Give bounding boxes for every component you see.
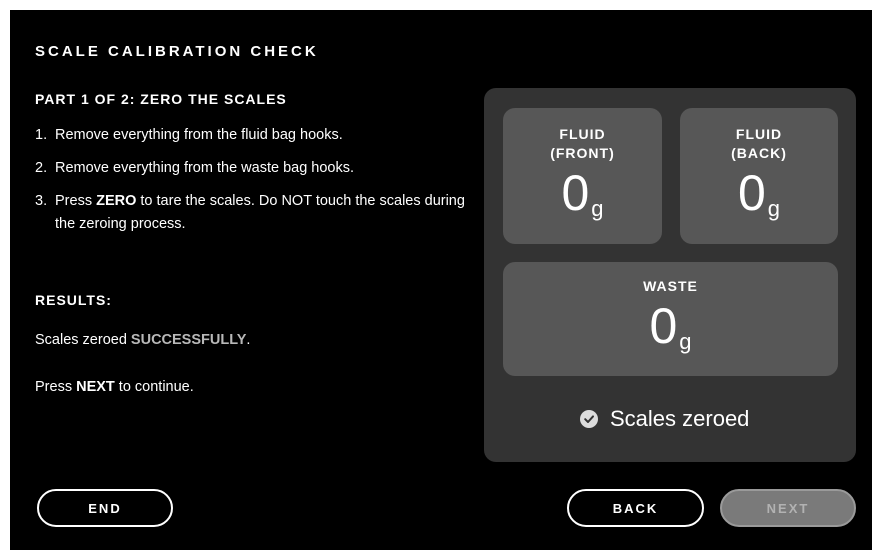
- scale-value: 0g: [561, 165, 604, 221]
- part-heading: PART 1 OF 2: ZERO THE SCALES: [35, 91, 287, 107]
- step-text: Press ZERO to tare the scales. Do NOT to…: [55, 193, 465, 232]
- scale-label: FLUID (BACK): [731, 126, 787, 161]
- instruction-list: 1. Remove everything from the fluid bag …: [35, 124, 465, 246]
- step-text: Remove everything from the waste bag hoo…: [55, 160, 355, 176]
- results-status: Scales zeroed SUCCESSFULLY.: [35, 332, 251, 348]
- step-number: 3.: [35, 193, 48, 209]
- step-number: 2.: [35, 160, 48, 176]
- back-button[interactable]: BACK: [567, 489, 704, 527]
- zeroed-status: Scales zeroed: [580, 406, 749, 432]
- step-text: Remove everything from the fluid bag hoo…: [55, 127, 343, 143]
- scale-value: 0g: [737, 165, 781, 221]
- zeroed-status-text: Scales zeroed: [610, 406, 750, 431]
- scale-value: 0g: [649, 298, 692, 354]
- waste-scale: WASTE 0g: [503, 262, 838, 376]
- success-text: SUCCESSFULLY: [130, 332, 247, 348]
- fluid-back-scale: FLUID (BACK) 0g: [680, 108, 838, 244]
- step-number: 1.: [35, 127, 48, 143]
- page-title: SCALE CALIBRATION CHECK: [35, 43, 319, 60]
- fluid-front-scale: FLUID (FRONT) 0g: [503, 108, 662, 244]
- list-item: 1. Remove everything from the fluid bag …: [35, 124, 465, 147]
- check-circle-icon: [580, 410, 598, 428]
- screen: SCALE CALIBRATION CHECK PART 1 OF 2: ZER…: [10, 10, 872, 550]
- scale-label: WASTE: [643, 278, 698, 294]
- results-heading: RESULTS:: [35, 292, 112, 308]
- next-instruction: Press NEXT to continue.: [35, 379, 194, 395]
- scales-panel: FLUID (FRONT) 0g FLUID (BACK) 0g WASTE 0g …: [484, 88, 856, 462]
- next-button[interactable]: NEXT: [720, 489, 856, 527]
- list-item: 2. Remove everything from the waste bag …: [35, 157, 465, 180]
- scale-label: FLUID (FRONT): [550, 126, 615, 161]
- list-item: 3. Press ZERO to tare the scales. Do NOT…: [35, 190, 465, 236]
- end-button[interactable]: END: [37, 489, 173, 527]
